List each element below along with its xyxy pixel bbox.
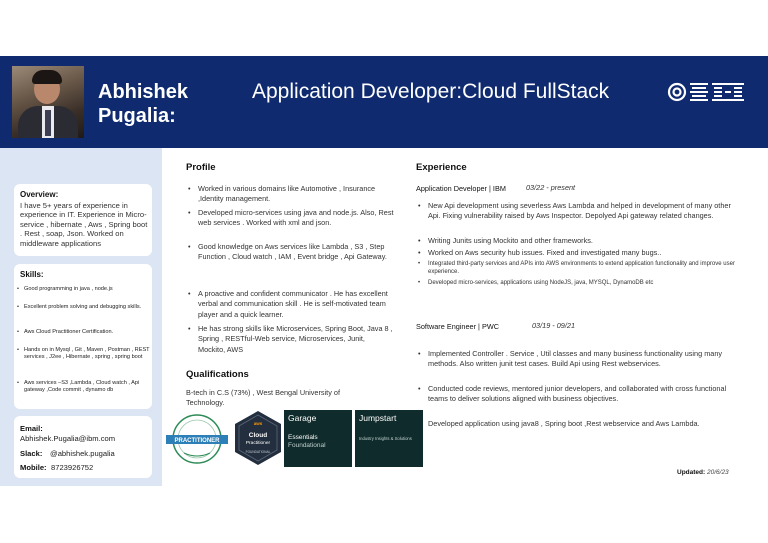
experience-item: Developed micro-services, applications u…: [418, 279, 738, 288]
aws-badge-line2: Cloud: [249, 432, 267, 439]
garage-badge: Garage Essentials Foundational: [284, 410, 352, 467]
profile-item: A proactive and confident communicator .…: [188, 289, 394, 320]
experience-item: New Api development using severless Aws …: [418, 201, 738, 222]
qualifications-heading: Qualifications: [186, 369, 249, 380]
mobile-value: 8723926752: [51, 463, 94, 472]
updated-date: 20/6/23: [706, 469, 729, 476]
job-title: Application Developer:Cloud FullStack: [252, 80, 610, 103]
name-line-1: Abhishek: [98, 81, 189, 103]
jumpstart-badge-line1: Industry Insights & Solutions: [359, 436, 412, 441]
skill-item: Hands on in Mysql , Git , Maven , Postma…: [17, 347, 152, 361]
job-dates: 03/22 - present: [526, 183, 576, 192]
profile-heading: Profile: [186, 162, 216, 173]
overview-text: I have 5+ years of experience in experie…: [20, 201, 148, 248]
jumpstart-badge: Jumpstart Industry Insights & Solutions: [355, 410, 423, 467]
name-line-2: Pugalia:: [98, 105, 176, 127]
updated-label: Updated:: [677, 469, 706, 476]
skill-item: Aws services –S3 ,Lambda , Cloud watch ,…: [17, 380, 152, 394]
skill-item: Excellent problem solving and debugging …: [17, 304, 152, 311]
updated-stamp: Updated: 20/6/23: [677, 469, 729, 476]
job-role: Software Engineer | PWC: [416, 322, 500, 331]
slack-value[interactable]: @abhishek.pugalia: [50, 449, 115, 458]
profile-item: He has strong skills like Microservices,…: [188, 324, 394, 355]
aws-cloud-practitioner-badge: aws Cloud Practitioner FOUNDATIONAL: [235, 411, 281, 465]
practitioner-badge-text: PRACTITIONER: [175, 438, 221, 444]
garage-badge-line2: Foundational: [288, 442, 326, 449]
skill-item: Good programming in java , node.js: [17, 286, 152, 293]
skill-item: Aws Cloud Practitioner Certification.: [17, 329, 152, 336]
profile-item: Worked in various domains like Automotiv…: [188, 184, 394, 205]
experience-item: Implemented Controller . Service , Util …: [418, 349, 738, 370]
garage-badge-title: Garage: [288, 413, 317, 423]
experience-item: Integrated third-party services and APIs…: [418, 260, 738, 277]
experience-heading: Experience: [416, 162, 467, 173]
mobile-label: Mobile:: [20, 463, 47, 472]
qualification-text: B-tech in C.S (73%) , West Bengal Univer…: [186, 388, 340, 407]
aws-practitioner-badge: PRACTITIONER: [166, 414, 228, 464]
email-value[interactable]: Abhishek.Pugalia@ibm.com: [20, 434, 115, 443]
ibm-logo-icon: [667, 82, 744, 102]
experience-item: Conducted code reviews, mentored junior …: [418, 384, 738, 405]
person-name: Abhishek Pugalia:: [98, 80, 188, 128]
aws-badge-line3: Practitioner: [246, 440, 271, 446]
experience-item: Worked on Aws security hub issues. Fixed…: [418, 248, 738, 259]
experience-item: Writing Junits using Mockito and other f…: [418, 236, 738, 247]
profile-item: Good knowledge on Aws services like Lamb…: [188, 242, 394, 263]
job-role: Application Developer | IBM: [416, 184, 506, 193]
overview-title: Overview:: [20, 190, 59, 199]
jumpstart-badge-title: Jumpstart: [359, 413, 397, 423]
aws-badge-line4: FOUNDATIONAL: [246, 450, 271, 454]
garage-badge-line1: Essentials: [288, 434, 318, 441]
slack-label: Slack:: [20, 449, 43, 458]
job-dates: 03/19 - 09/21: [532, 321, 576, 330]
experience-extra: Developed application using java8 , Spri…: [428, 419, 700, 428]
contact-card: Email: Abhishek.Pugalia@ibm.com Slack: @…: [14, 416, 152, 478]
profile-photo: [12, 66, 84, 138]
skills-title: Skills:: [20, 270, 44, 279]
aws-badge-brand: aws: [254, 421, 263, 426]
email-label: Email:: [20, 424, 43, 433]
skills-card: Skills: Good programming in java , node.…: [14, 264, 152, 409]
overview-card: Overview: I have 5+ years of experience …: [14, 184, 152, 256]
profile-item: Developed micro-services using java and …: [188, 208, 394, 229]
